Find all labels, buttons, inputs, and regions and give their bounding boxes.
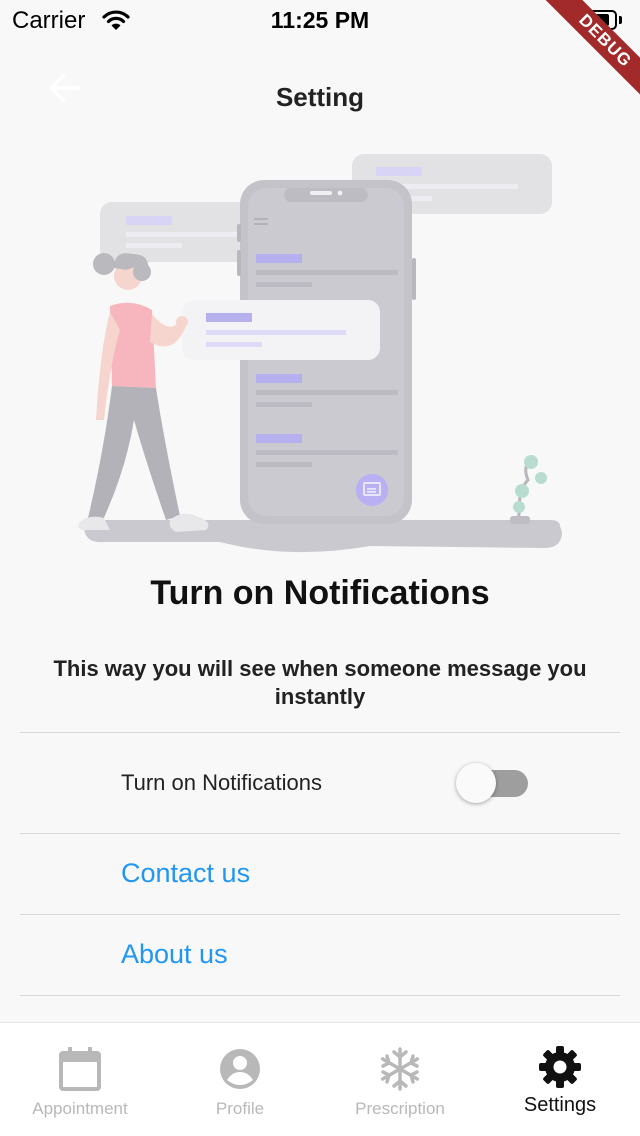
- divider: [20, 995, 620, 996]
- notifications-description: This way you will see when someone messa…: [53, 656, 587, 709]
- nav-settings[interactable]: Settings: [480, 1023, 640, 1136]
- contact-us-link[interactable]: Contact us: [20, 834, 620, 914]
- nav-settings-label: Settings: [523, 1094, 597, 1116]
- account-circle-icon: [220, 1049, 260, 1089]
- nav-prescription-label: Prescription: [355, 1099, 445, 1118]
- status-time: 11:25 PM: [270, 7, 370, 33]
- nav-profile-label: Profile: [215, 1099, 265, 1118]
- status-bar: Carrier 11:25 PM: [0, 0, 640, 40]
- battery-tip: [619, 16, 622, 24]
- notifications-switch[interactable]: [456, 763, 530, 803]
- gear-icon: [539, 1046, 581, 1088]
- nav-profile[interactable]: Profile: [160, 1023, 320, 1136]
- app-bar: Setting: [0, 60, 640, 132]
- about-us-label: About us: [121, 939, 228, 969]
- notifications-toggle-label: Turn on Notifications: [121, 770, 322, 795]
- contact-us-label: Contact us: [121, 858, 251, 888]
- page-title: Setting: [275, 82, 365, 112]
- notifications-toggle-row: Turn on Notifications: [20, 733, 620, 833]
- bottom-navigation: Appointment Profile Prescription Setting…: [0, 1022, 640, 1136]
- nav-appointment-label: Appointment: [32, 1099, 128, 1118]
- switch-thumb: [456, 763, 496, 803]
- notifications-illustration: [70, 150, 570, 560]
- calendar-icon: [59, 1047, 101, 1091]
- notifications-headline: Turn on Notifications: [150, 574, 490, 612]
- about-us-link[interactable]: About us: [20, 915, 620, 995]
- nav-prescription[interactable]: Prescription: [320, 1023, 480, 1136]
- nav-appointment[interactable]: Appointment: [0, 1023, 160, 1136]
- snowflake-icon: [380, 1047, 420, 1091]
